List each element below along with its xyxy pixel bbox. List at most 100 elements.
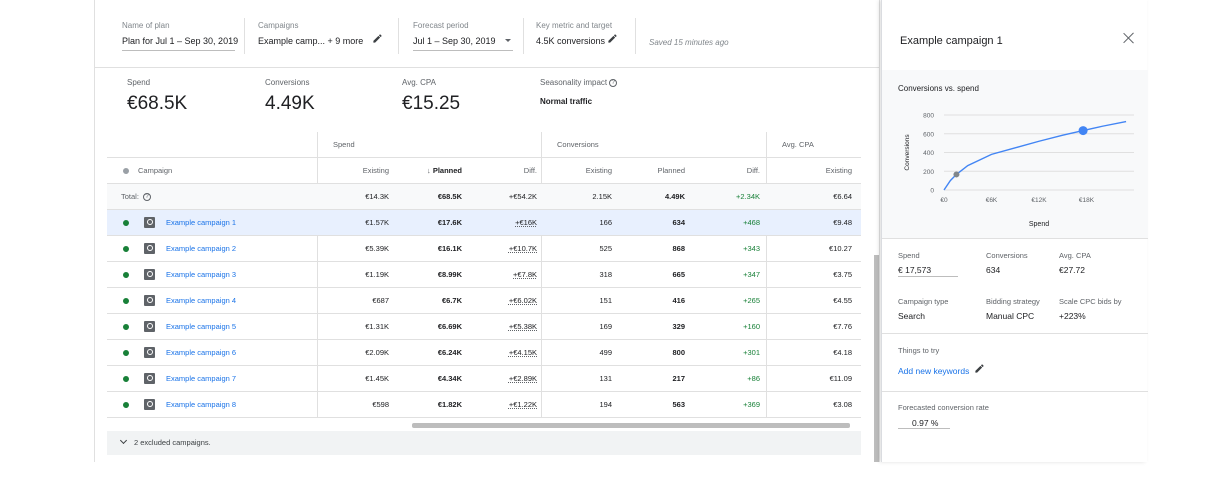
cell-conv-planned: 563: [672, 400, 685, 409]
things-to-try: Things to try: [898, 346, 939, 355]
summary-card: Spend €68.5K Conversions 4.49K Avg. CPA …: [107, 68, 867, 132]
summary-conversions-value: 4.49K: [265, 93, 315, 114]
planned-point: [1078, 126, 1088, 136]
cell-conv-existing: 194: [599, 400, 612, 409]
detail-conversions: Conversions 634: [986, 251, 1028, 275]
y-tick-label: 200: [923, 169, 934, 176]
enabled-status-dot: [123, 246, 129, 252]
vertical-scrollbar[interactable]: [874, 255, 879, 462]
cell-spend-existing: €5.39K: [365, 244, 389, 253]
key-metric-field[interactable]: Key metric and target 4.5K conversions: [536, 21, 612, 46]
campaign-name-link[interactable]: Example campaign 5: [166, 314, 236, 340]
search-campaign-icon: [144, 243, 155, 254]
plan-name-field[interactable]: Name of plan Plan for Jul 1 – Sep 30, 20…: [122, 21, 238, 46]
campaign-name-link[interactable]: Example campaign 2: [166, 236, 236, 262]
conversion-rate-value[interactable]: 0.97 %: [912, 418, 989, 428]
cell-spend-planned: €17.6K: [437, 218, 462, 227]
table-row[interactable]: Example campaign 5 €1.31K €6.69K +€5.38K 169…: [107, 314, 861, 340]
search-campaign-icon: [144, 373, 155, 384]
cell-conv-existing: 318: [599, 270, 612, 279]
plan-name-value[interactable]: Plan for Jul 1 – Sep 30, 2019: [122, 36, 238, 46]
plan-header: Name of plan Plan for Jul 1 – Sep 30, 20…: [95, 0, 879, 68]
campaigns-label: Campaigns: [258, 21, 299, 30]
total-label: Total: ?: [121, 184, 152, 210]
column-conv-existing[interactable]: Existing: [557, 158, 612, 184]
total-conv-diff: +2.34K: [736, 192, 760, 201]
header-divider: [398, 18, 399, 54]
forecast-dropdown-caret-icon[interactable]: [505, 39, 511, 42]
table-row[interactable]: Example campaign 4 €687 €6.7K +€6.02K 151 416…: [107, 288, 861, 314]
table-row[interactable]: Example campaign 2 €5.39K €16.1K +€10.7K 525…: [107, 236, 861, 262]
table-row[interactable]: Example campaign 8 €598 €1.82K +€1.22K 194 56…: [107, 392, 861, 418]
column-conv-diff[interactable]: Diff.: [702, 158, 760, 184]
column-spend-diff[interactable]: Diff.: [477, 158, 537, 184]
column-campaign[interactable]: Campaign: [138, 158, 172, 184]
forecast-period-field[interactable]: Forecast period Jul 1 – Sep 30, 2019: [413, 21, 496, 46]
campaigns-value[interactable]: Example camp... + 9 more: [258, 36, 363, 46]
y-tick-label: 400: [923, 150, 934, 157]
enabled-status-dot: [123, 272, 129, 278]
bidding-strategy-value: Manual CPC: [986, 311, 1035, 321]
cell-conv-diff: +301: [743, 348, 760, 357]
column-conv-planned[interactable]: Planned: [627, 158, 685, 184]
header-divider: [523, 18, 524, 54]
group-header-cpa: Avg. CPA: [782, 140, 814, 149]
forecast-period-value[interactable]: Jul 1 – Sep 30, 2019: [413, 36, 496, 46]
cell-spend-existing: €2.09K: [365, 348, 389, 357]
panel-divider: [882, 333, 1148, 334]
plan-main-panel: Name of plan Plan for Jul 1 – Sep 30, 20…: [94, 0, 880, 462]
column-spend-planned-label: Planned: [432, 166, 462, 175]
cell-spend-existing: €1.45K: [365, 374, 389, 383]
edit-metric-pencil-icon[interactable]: [607, 33, 618, 44]
campaign-name-link[interactable]: Example campaign 4: [166, 288, 236, 314]
table-row[interactable]: Example campaign 1 €1.57K €17.6K +€16K 166 63…: [107, 210, 861, 236]
campaign-rows: Example campaign 1 €1.57K €17.6K +€16K 166 63…: [107, 210, 861, 418]
cell-spend-diff: +€16K: [515, 218, 537, 227]
panel-divider: [882, 238, 1148, 239]
rate-input-underline: [898, 428, 950, 429]
detail-cpa-value: €27.72: [1059, 265, 1085, 275]
cell-spend-planned: €8.99K: [437, 270, 462, 279]
cell-conv-diff: +265: [743, 296, 760, 305]
header-divider: [635, 18, 636, 54]
conversion-rate-label: Forecasted conversion rate: [898, 403, 989, 412]
horizontal-scrollbar[interactable]: [412, 423, 850, 428]
campaign-name-link[interactable]: Example campaign 8: [166, 392, 236, 418]
cell-conv-planned: 665: [672, 270, 685, 279]
column-cpa-existing[interactable]: Existing: [777, 158, 852, 184]
help-icon[interactable]: ?: [609, 78, 618, 87]
seasonality-label: Seasonality impact?: [540, 78, 618, 87]
campaign-name-link[interactable]: Example campaign 6: [166, 340, 236, 366]
header-divider: [244, 18, 245, 54]
column-spend-existing[interactable]: Existing: [337, 158, 389, 184]
table-row[interactable]: Example campaign 7 €1.45K €4.34K +€2.89K 131…: [107, 366, 861, 392]
total-spend-planned: €68.5K: [437, 192, 462, 201]
forecasted-conversion-rate[interactable]: Forecasted conversion rate 0.97 %: [898, 403, 989, 428]
column-spend-planned[interactable]: ↓ Planned: [407, 158, 462, 184]
detail-spend-value[interactable]: € 17,573: [898, 265, 931, 275]
cell-conv-existing: 169: [599, 322, 612, 331]
campaigns-field[interactable]: Campaigns Example camp... + 9 more: [258, 21, 363, 46]
table-group-header: Spend Conversions Avg. CPA: [107, 132, 861, 158]
key-metric-value[interactable]: 4.5K conversions: [536, 36, 612, 46]
edit-campaigns-pencil-icon[interactable]: [372, 33, 383, 44]
enabled-status-dot: [123, 324, 129, 330]
help-icon[interactable]: ?: [143, 193, 152, 202]
campaign-name-link[interactable]: Example campaign 7: [166, 366, 236, 392]
excluded-campaigns-toggle[interactable]: 2 excluded campaigns.: [107, 431, 861, 455]
y-tick-label: 600: [923, 131, 934, 138]
detail-cpa: Avg. CPA €27.72: [1059, 251, 1091, 275]
cell-conv-planned: 329: [672, 322, 685, 331]
forecast-underline: [413, 50, 513, 51]
campaign-name-link[interactable]: Example campaign 1: [166, 210, 236, 236]
table-row[interactable]: Example campaign 3 €1.19K €8.99K +€7.8K 318 6…: [107, 262, 861, 288]
add-new-keywords-link[interactable]: Add new keywords: [898, 366, 969, 376]
detail-spend[interactable]: Spend € 17,573: [898, 251, 931, 275]
table-row[interactable]: Example campaign 6 €2.09K €6.24K +€4.15K 499…: [107, 340, 861, 366]
campaign-name-link[interactable]: Example campaign 3: [166, 262, 236, 288]
close-icon[interactable]: [1122, 31, 1136, 45]
search-campaign-icon: [144, 295, 155, 306]
cell-spend-planned: €6.69K: [437, 322, 462, 331]
edit-pencil-icon[interactable]: [974, 363, 985, 374]
saved-status: Saved 15 minutes ago: [649, 38, 729, 47]
